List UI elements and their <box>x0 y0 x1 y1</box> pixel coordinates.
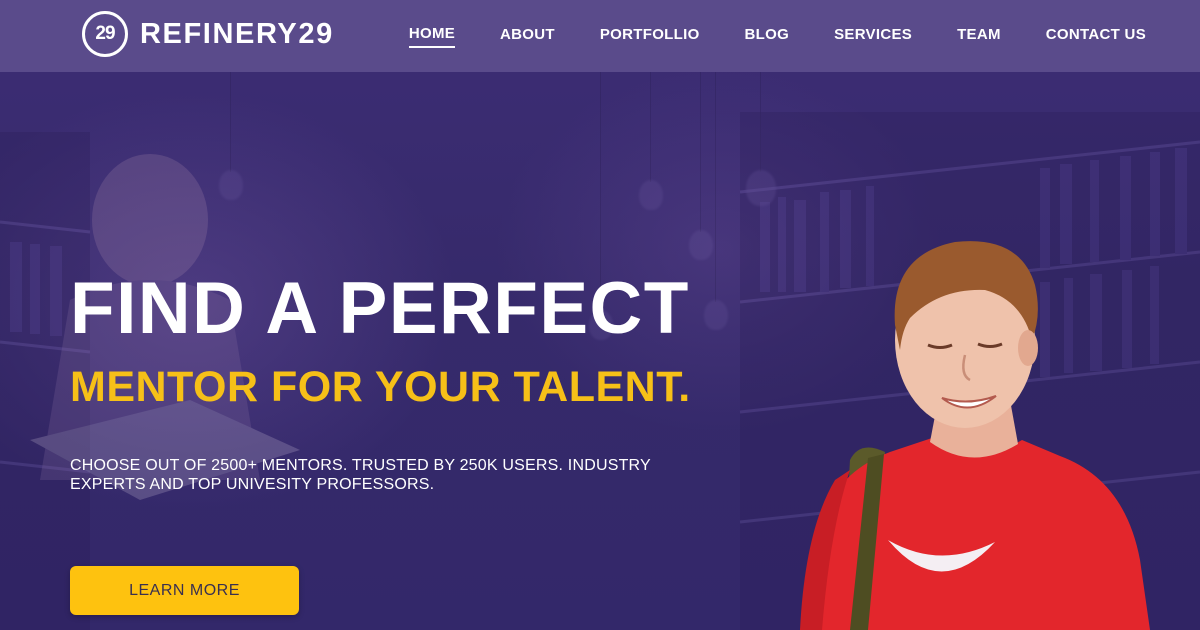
nav-item-services[interactable]: SERVICES <box>834 26 912 47</box>
nav-item-home[interactable]: HOME <box>408 25 456 48</box>
nav-item-contact-us[interactable]: CONTACT US <box>1046 26 1146 47</box>
learn-more-button[interactable]: LEARN MORE <box>70 566 299 615</box>
hero-description: CHOOSE OUT OF 2500+ MENTORS. TRUSTED BY … <box>70 457 651 493</box>
landing-page: 29 REFINERY29 HOME ABOUT PORTFOLLIO BLOG… <box>0 0 1200 630</box>
main-menu: HOME ABOUT PORTFOLLIO BLOG SERVICES TEAM… <box>408 0 1200 72</box>
nav-item-about[interactable]: ABOUT <box>500 26 555 47</box>
background-reader-image <box>30 154 300 500</box>
hero-title: FIND A PERFECT <box>70 268 690 349</box>
brand-logo[interactable]: 29 REFINERY29 <box>82 11 334 57</box>
student-photo <box>800 241 1150 630</box>
hero-subtitle: MENTOR FOR YOUR TALENT. <box>70 363 691 411</box>
nav-item-blog[interactable]: BLOG <box>745 26 790 47</box>
logo-mark-icon: 29 <box>82 11 128 57</box>
nav-item-portfolio[interactable]: PORTFOLLIO <box>600 26 700 47</box>
top-navigation-bar: 29 REFINERY29 HOME ABOUT PORTFOLLIO BLOG… <box>0 0 1200 72</box>
nav-item-team[interactable]: TEAM <box>957 26 1001 47</box>
brand-name: REFINERY29 <box>140 17 334 50</box>
